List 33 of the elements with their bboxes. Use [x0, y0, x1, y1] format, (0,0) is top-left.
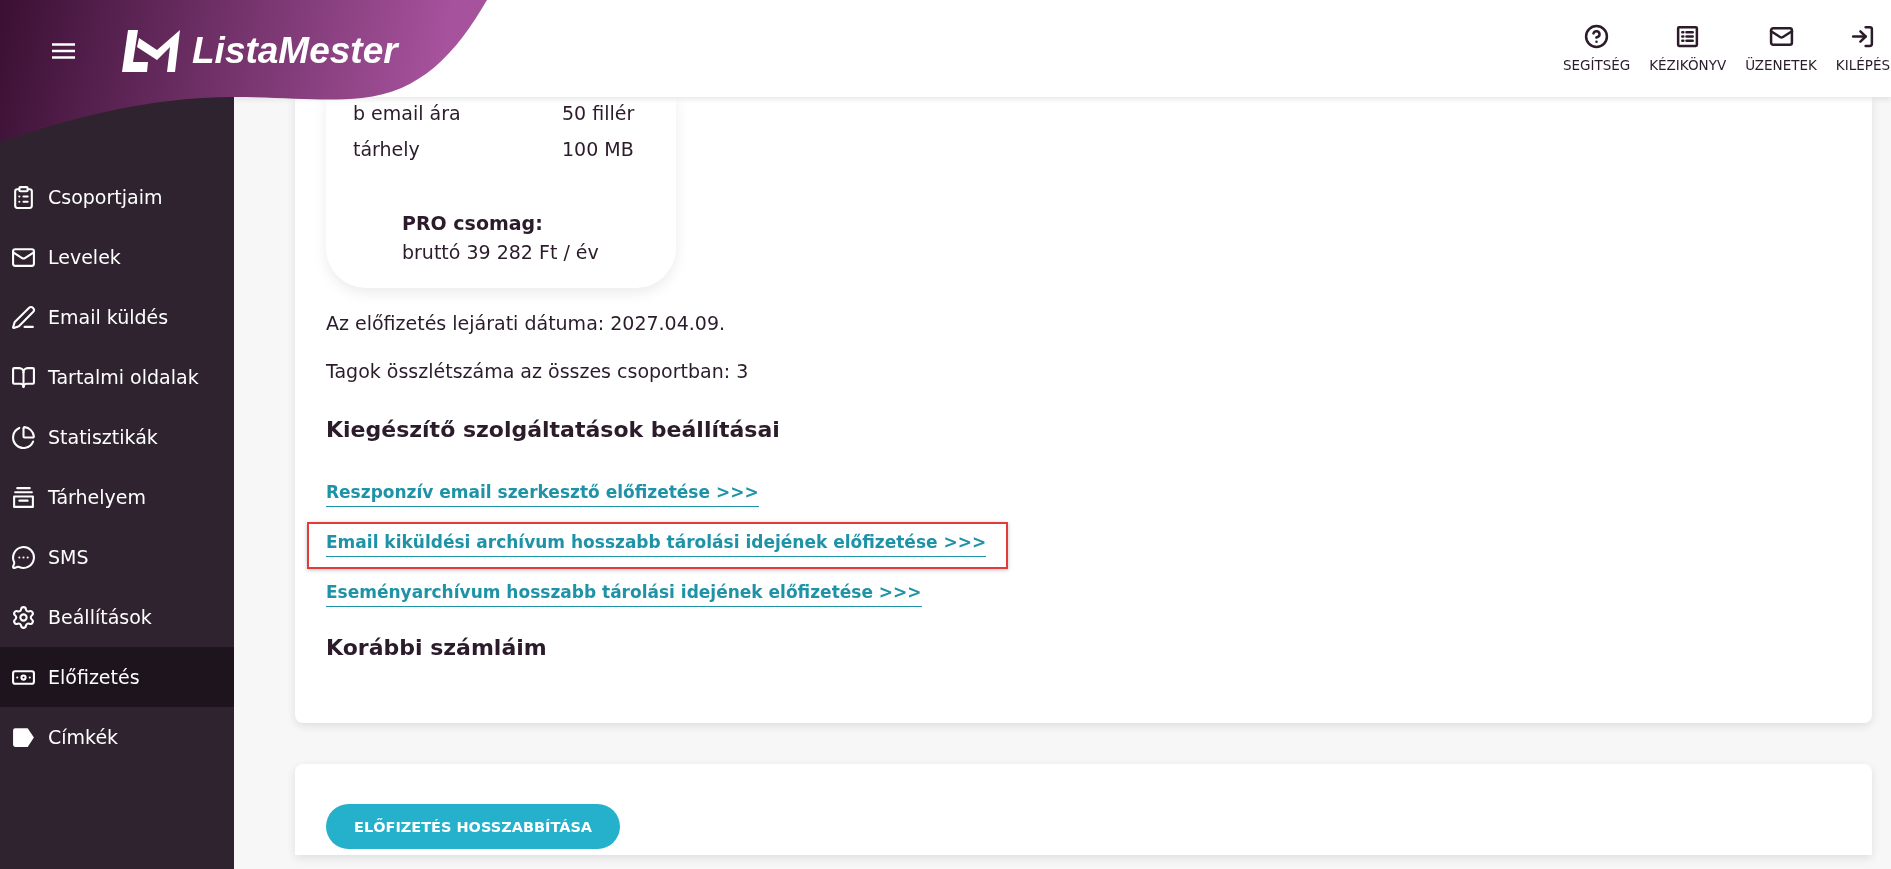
list-icon [1675, 24, 1701, 49]
package-title: PRO csomag: [402, 211, 544, 235]
settings-icon [11, 604, 36, 630]
header-link[interactable]: ÜZENETEK [1745, 24, 1817, 73]
section-heading: Korábbi számláim [326, 634, 547, 662]
tag-icon [11, 726, 36, 748]
logo-mark-icon [122, 30, 180, 72]
plan-label: b email ára [353, 101, 462, 125]
sidebar-item[interactable]: Előfizetés [0, 647, 234, 707]
addon-link[interactable]: Eseményarchívum hosszabb tárolási idejének előfizetése >>> [326, 581, 922, 607]
exit-icon [1850, 24, 1876, 49]
book-icon [11, 364, 36, 390]
help-icon [1584, 24, 1610, 49]
addon-link[interactable]: Email kiküldési archívum hosszabb tárolási idejének előfizetése >>> [326, 531, 987, 557]
package-price: bruttó 39 282 Ft / év [402, 240, 600, 264]
mail-icon [1768, 24, 1794, 49]
tray-icon [11, 484, 36, 510]
header-link[interactable]: SEGÍTSÉG [1562, 24, 1631, 73]
section-heading: Kiegészítő szolgáltatások beállításai [326, 416, 780, 444]
plan-value: 100 MB [562, 137, 635, 161]
pen-icon [11, 304, 36, 330]
plan-value: 50 fillér [562, 101, 636, 125]
logo-text: ListaMester [192, 30, 398, 72]
pie-chart-icon [11, 424, 36, 450]
info-text: Tagok összlétszáma az összes csoportban: 3 [326, 359, 749, 383]
clipboard-icon [11, 184, 36, 210]
header-link[interactable]: KÉZIKÖNYV [1649, 24, 1727, 73]
header-link[interactable]: KILÉPÉS [1835, 24, 1890, 73]
menu-icon[interactable] [52, 43, 75, 59]
info-text: Az előfizetés lejárati dátuma: 2027.04.09. [326, 311, 726, 335]
addon-link[interactable]: Reszponzív email szerkesztő előfizetése >>> [326, 481, 759, 507]
plan-label: tárhely [353, 137, 421, 161]
chat-bubble-icon [11, 544, 36, 570]
